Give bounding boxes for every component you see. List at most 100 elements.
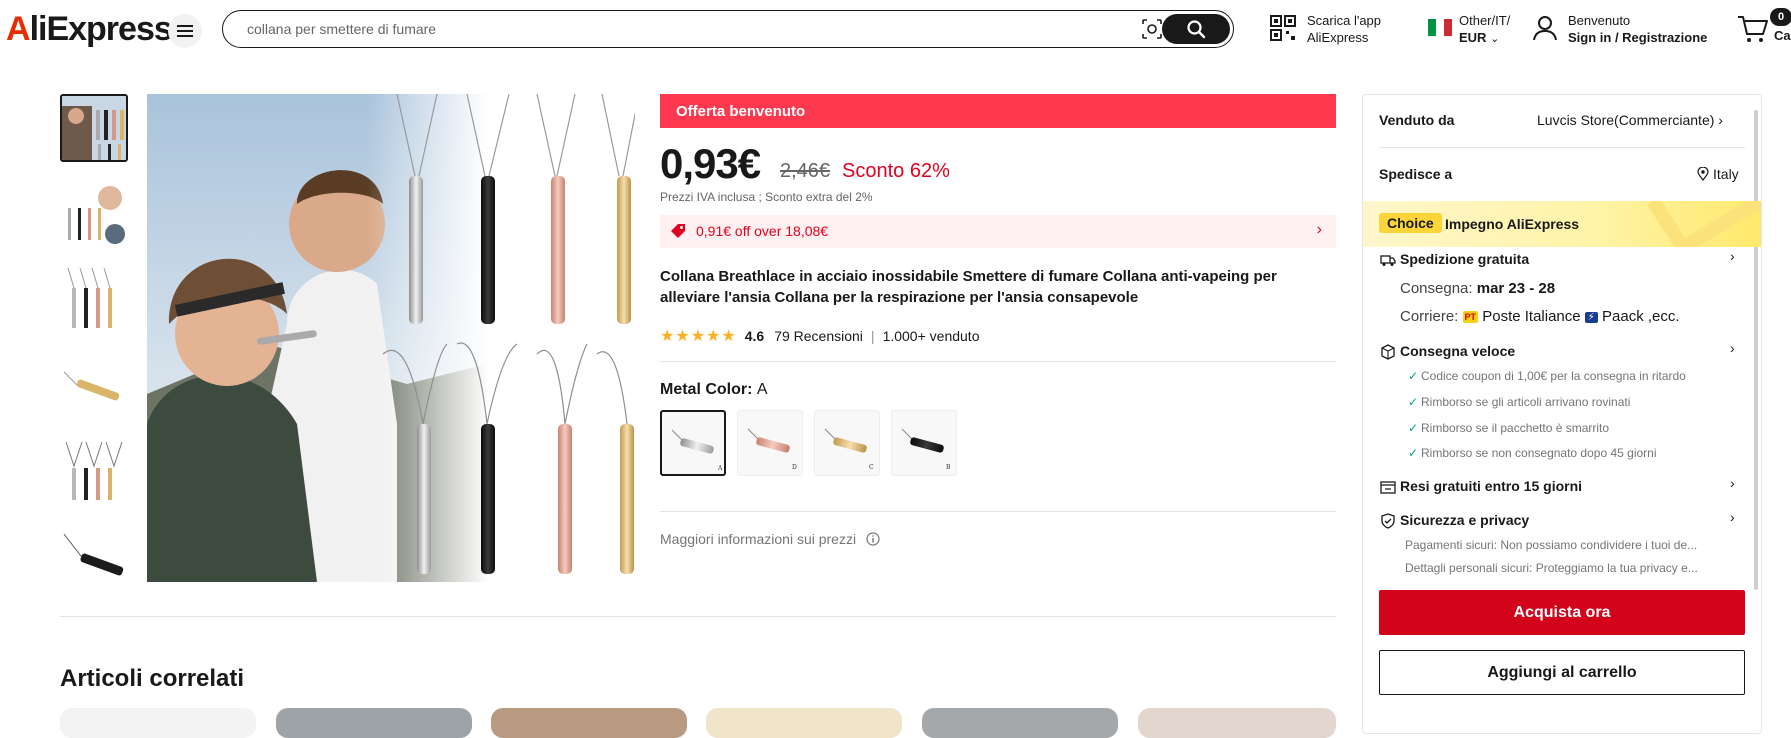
secure-data-text: Dettagli personali sicuri: Proteggiamo l… (1405, 561, 1698, 575)
coupon-banner[interactable]: 0,91€ off over 18,08€ › (660, 215, 1336, 248)
more-price-info-link[interactable]: Maggiori informazioni sui prezzi (660, 531, 880, 547)
coupon-tag-icon (671, 224, 685, 238)
app-line1: Scarica l'app (1307, 13, 1382, 28)
ship-to-selector[interactable]: Italy (1697, 166, 1739, 182)
search-button[interactable] (1162, 14, 1230, 44)
chevron-right-icon[interactable]: › (1730, 340, 1735, 356)
logo-letter-a: A (6, 10, 31, 48)
free-returns-title[interactable]: Resi gratuiti entro 15 giorni (1400, 478, 1582, 494)
thumbnail-3[interactable] (60, 266, 128, 334)
store-link[interactable]: Luvcis Store(Commerciante) › (1537, 112, 1723, 128)
hamburger-icon (177, 25, 193, 37)
paack-logo-icon: ⚡ (1584, 311, 1598, 323)
check-icon: ✓ (1408, 369, 1419, 383)
star-rating-icon: ★★★★★ (660, 328, 737, 345)
variant-option-a[interactable]: A (660, 410, 726, 476)
sold-count: 1.000+ venduto (882, 328, 980, 344)
chevron-right-icon[interactable]: › (1730, 475, 1735, 491)
thumbnail-5[interactable] (60, 438, 128, 506)
add-to-cart-button[interactable]: Aggiungi al carrello (1379, 650, 1745, 695)
account-menu[interactable]: Benvenuto Sign in / Registrazione (1568, 12, 1707, 46)
coupon-text: 0,91€ off over 18,08€ (696, 223, 829, 239)
ship-to-country: Italy (1713, 166, 1739, 182)
search-input[interactable] (247, 19, 1097, 39)
metal-color-value: A (756, 381, 768, 398)
variant-image: A (671, 429, 723, 472)
variant-option-b[interactable]: B (891, 410, 957, 476)
shield-icon (1381, 513, 1395, 529)
user-icon[interactable] (1532, 14, 1558, 42)
rating-row[interactable]: ★★★★★ 4.6 79 Recensioni | 1.000+ venduto (660, 326, 979, 346)
check-icon: ✓ (1408, 421, 1419, 435)
courier-row: Corriere: PT Poste Italiance ⚡ Paack ,ec… (1400, 308, 1680, 325)
logo-text: liExpress (29, 10, 173, 48)
thumbnail-4[interactable] (60, 352, 128, 420)
free-shipping-title[interactable]: Spedizione gratuita (1400, 251, 1529, 267)
locale-line1: Other/IT/ (1459, 13, 1511, 28)
rating-score: 4.6 (744, 328, 765, 344)
currency-label: EUR (1459, 30, 1487, 45)
related-item-card[interactable] (276, 708, 472, 738)
security-privacy-title[interactable]: Sicurezza e privacy (1400, 512, 1529, 528)
top-header: AliExpress Scarica l'app AliExpress Othe… (0, 0, 1791, 58)
cart-label[interactable]: Ca (1774, 28, 1791, 43)
download-app-link[interactable]: Scarica l'app AliExpress (1307, 12, 1381, 46)
related-item-card[interactable] (491, 708, 687, 738)
chevron-down-icon: ⌄ (1490, 33, 1500, 45)
main-product-image[interactable] (147, 94, 635, 582)
ship-to-label: Spedisce a (1379, 166, 1453, 182)
divider (60, 616, 1336, 617)
welcome-offer-banner: Offerta benvenuto (660, 94, 1336, 128)
variant-letter: D (792, 464, 797, 471)
product-photo (147, 94, 635, 582)
welcome-text: Benvenuto (1568, 13, 1631, 28)
guarantee-item: Rimborso se il pacchetto è smarrito (1421, 421, 1610, 435)
reviews-count[interactable]: 79 Recensioni (774, 328, 863, 344)
variant-option-d[interactable]: D (737, 410, 803, 476)
aliexpress-logo[interactable]: AliExpress (6, 10, 173, 49)
chevron-right-icon[interactable]: › (1730, 248, 1735, 264)
thumbnail-1[interactable] (60, 94, 128, 162)
check-icon: ✓ (1408, 395, 1419, 409)
locale-currency-selector[interactable]: Other/IT/ EUR ⌄ (1459, 12, 1510, 48)
image-search-icon[interactable] (1141, 18, 1163, 40)
related-item-card[interactable] (922, 708, 1118, 738)
related-item-card[interactable] (706, 708, 902, 738)
truck-icon (1380, 255, 1396, 266)
fast-delivery-icon (1381, 344, 1395, 360)
guarantee-item: Rimborso se non consegnato dopo 45 giorn… (1421, 446, 1657, 460)
fast-delivery-title[interactable]: Consegna veloce (1400, 343, 1515, 359)
chevron-right-icon: › (1718, 112, 1723, 128)
thumbnail-6[interactable] (60, 524, 128, 592)
thumbnail-image (60, 266, 128, 334)
panel-scrollbar[interactable] (1754, 110, 1758, 590)
variant-image: C (824, 428, 874, 471)
discount-label: Sconto 62% (842, 160, 950, 182)
thumbnail-image (60, 180, 128, 248)
related-item-card[interactable] (60, 708, 256, 738)
thumbnail-2[interactable] (60, 180, 128, 248)
more-info-text: Maggiori informazioni sui prezzi (660, 531, 857, 547)
variant-option-c[interactable]: C (814, 410, 880, 476)
separator: | (870, 328, 875, 344)
sold-by-label: Venduto da (1379, 112, 1455, 128)
courier-2: Paack ,ecc. (1602, 308, 1680, 325)
search-bar (222, 10, 1234, 48)
divider (660, 511, 1336, 512)
guarantee-item: Codice coupon di 1,00€ per la consegna i… (1421, 369, 1686, 383)
current-price: 0,93€ (660, 140, 761, 187)
qr-code-icon[interactable] (1270, 14, 1296, 42)
variant-letter: B (946, 464, 951, 471)
courier-1: Poste Italiance (1482, 308, 1581, 325)
menu-button[interactable] (168, 14, 202, 48)
cart-icon[interactable] (1737, 14, 1769, 44)
courier-label: Corriere: (1400, 308, 1459, 325)
buy-now-button[interactable]: Acquista ora (1379, 590, 1745, 635)
variant-image: D (747, 428, 797, 471)
secure-payment-text: Pagamenti sicuri: Non possiamo condivide… (1405, 538, 1698, 552)
signin-link[interactable]: Sign in / Registrazione (1568, 30, 1707, 45)
related-item-card[interactable] (1138, 708, 1336, 738)
check-icon: ✓ (1408, 446, 1419, 460)
purchase-panel (1362, 94, 1762, 734)
chevron-right-icon[interactable]: › (1730, 509, 1735, 525)
